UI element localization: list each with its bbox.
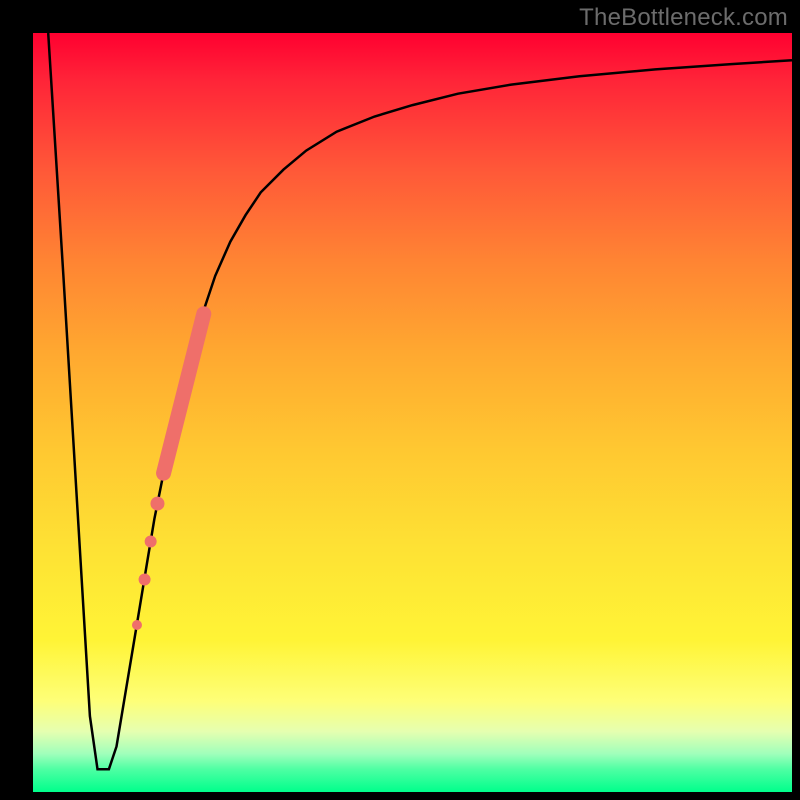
plot-area bbox=[33, 33, 792, 792]
highlight-dot bbox=[139, 573, 151, 585]
bottleneck-curve bbox=[48, 33, 792, 769]
highlight-dot bbox=[145, 536, 157, 548]
curve-svg bbox=[33, 33, 792, 792]
highlight-dot bbox=[132, 620, 142, 630]
watermark-text: TheBottleneck.com bbox=[579, 4, 788, 32]
highlight-band bbox=[164, 314, 204, 473]
chart-frame: TheBottleneck.com bbox=[0, 0, 800, 800]
highlight-dot bbox=[150, 497, 164, 511]
highlight-markers bbox=[132, 314, 204, 630]
